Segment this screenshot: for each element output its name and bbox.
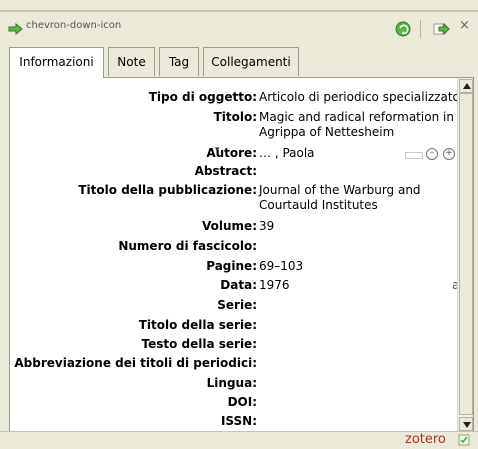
- field-value-date[interactable]: 1976: [259, 278, 464, 293]
- scroll-down-button[interactable]: [459, 417, 473, 431]
- zotero-brand: zotero: [405, 432, 446, 447]
- item-toolbar: chevron-down-icon ×: [0, 12, 478, 46]
- add-author-icon[interactable]: +: [443, 148, 455, 160]
- field-label-volume: Volume:: [202, 219, 257, 233]
- tab-note[interactable]: Note: [108, 47, 155, 76]
- field-label-date: Data:: [220, 278, 257, 292]
- status-bar: zotero: [0, 431, 478, 449]
- field-row: Titolo della pubblicazione: Journal of t…: [10, 182, 457, 213]
- field-label-language: Lingua:: [206, 376, 257, 390]
- field-row: Lingua:: [10, 375, 457, 393]
- field-label-abstract: Abstract:: [194, 164, 257, 178]
- field-value-title[interactable]: Magic and radical reformation in Agrippa…: [259, 110, 464, 140]
- field-label-publication: Titolo della pubblicazione:: [78, 183, 257, 197]
- field-label-series-text: Testo della serie:: [141, 337, 257, 351]
- field-label-issue: Numero di fascicolo:: [118, 239, 257, 253]
- field-label-issn: ISSN:: [220, 414, 257, 428]
- field-label-journal-abbr: Abbreviazione dei titoli di periodici:: [14, 356, 257, 370]
- author-mode-toggle[interactable]: [405, 152, 423, 159]
- field-value-type[interactable]: Articolo di periodico specializzato: [259, 90, 464, 105]
- remove-author-icon[interactable]: –: [426, 148, 438, 160]
- vertical-scrollbar[interactable]: [457, 78, 473, 432]
- toolbar-separator: [420, 20, 421, 38]
- field-label-doi: DOI:: [227, 395, 257, 409]
- chevron-down-icon[interactable]: chevron-down-icon: [26, 20, 121, 31]
- field-row: ISSN:: [10, 413, 457, 431]
- field-label-type: Tipo di oggetto:: [148, 90, 257, 104]
- field-row: Abstract:: [10, 163, 457, 181]
- close-icon[interactable]: ×: [459, 18, 470, 33]
- scroll-thumb[interactable]: [459, 93, 473, 415]
- field-row: Tipo di oggetto: Articolo di periodico s…: [10, 89, 460, 107]
- field-value-pages[interactable]: 69–103: [259, 259, 464, 274]
- field-row: Data: 1976 a: [10, 277, 459, 295]
- field-label-pages: Pagine:: [206, 259, 257, 273]
- field-row: Testo della serie:: [10, 336, 457, 354]
- field-row: Numero di fascicolo:: [10, 238, 457, 256]
- field-row: Volume: 39: [10, 218, 457, 236]
- field-label-author: Autore:: [206, 146, 257, 160]
- tab-collegamenti[interactable]: Collegamenti: [203, 47, 299, 76]
- sync-icon[interactable]: [394, 20, 412, 38]
- field-row: Pagine: 69–103: [10, 258, 457, 276]
- field-row: Titolo: Magic and radical reformation in…: [10, 109, 457, 140]
- green-right-arrow-icon[interactable]: [8, 22, 24, 36]
- field-row: Titolo della serie:: [10, 317, 457, 335]
- go-arrow-icon[interactable]: [432, 22, 450, 36]
- item-info-panel: Tipo di oggetto: Articolo di periodico s…: [9, 77, 474, 433]
- field-value-publication[interactable]: Journal of the Warburg and Courtauld Ins…: [259, 183, 464, 213]
- field-value-volume[interactable]: 39: [259, 219, 464, 234]
- field-row: DOI:: [10, 394, 457, 412]
- field-label-series: Serie:: [217, 298, 257, 312]
- field-label-title: Titolo:: [213, 110, 257, 124]
- tab-tag[interactable]: Tag: [159, 47, 199, 76]
- field-label-series-title: Titolo della serie:: [138, 318, 257, 332]
- tab-informazioni[interactable]: Informazioni: [9, 47, 104, 78]
- field-row: Serie:: [10, 297, 457, 315]
- zotero-status-icon[interactable]: [458, 434, 470, 446]
- field-row: Abbreviazione dei titoli di periodici:: [10, 355, 457, 373]
- author-row: ▾ Autore: … , Paola – +: [10, 145, 457, 163]
- scroll-up-button[interactable]: [459, 79, 473, 93]
